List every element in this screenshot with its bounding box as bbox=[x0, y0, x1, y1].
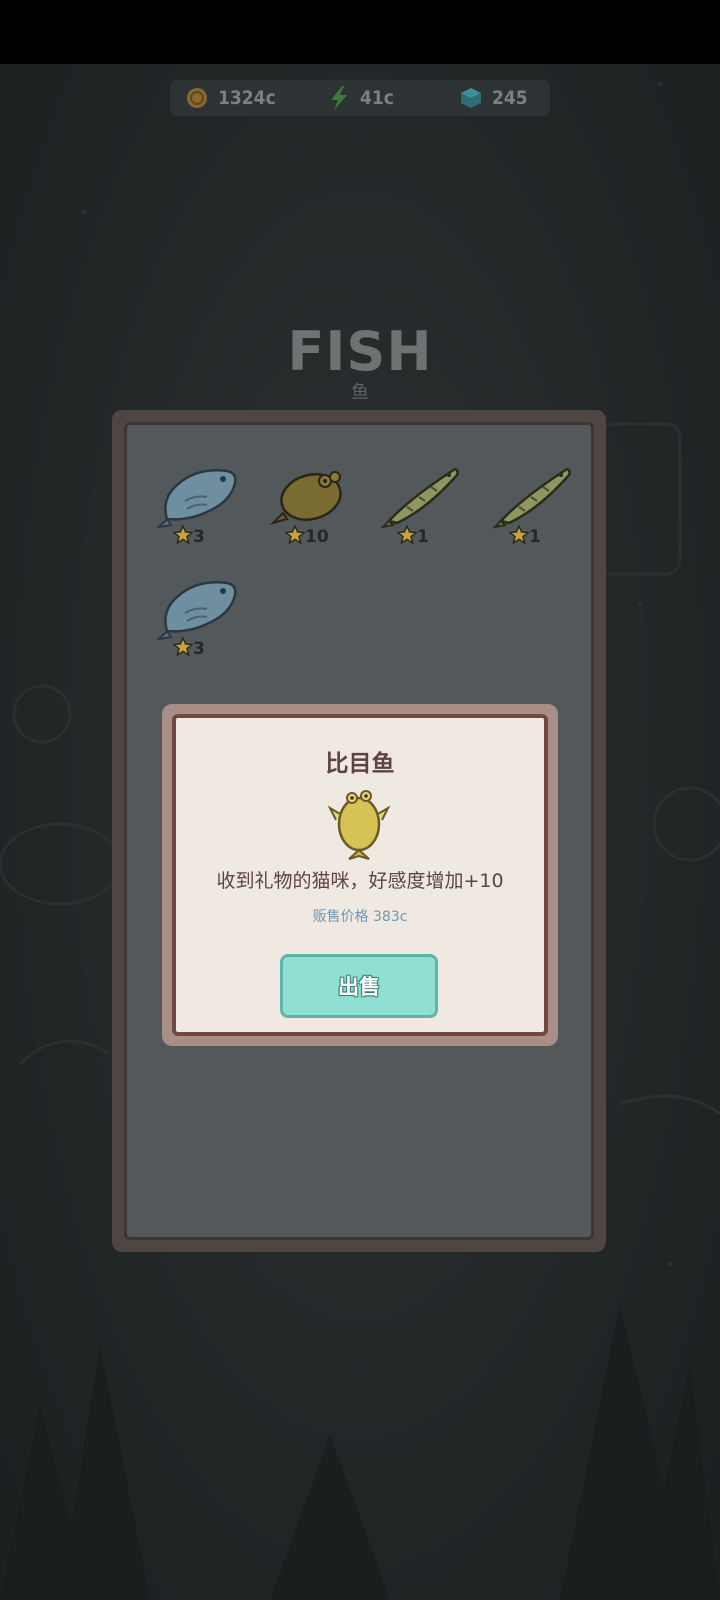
fish-description: 收到礼物的猫咪，好感度增加+10 bbox=[216, 870, 504, 892]
star-icon bbox=[173, 637, 193, 657]
gem-icon bbox=[461, 88, 481, 108]
inventory-slot[interactable]: 3 bbox=[155, 461, 255, 561]
inventory-slot[interactable]: 1 bbox=[379, 461, 479, 561]
fish-count: 1 bbox=[417, 527, 429, 547]
flounder-icon bbox=[327, 790, 391, 860]
pike-icon bbox=[379, 467, 459, 529]
page-subtitle: 鱼 bbox=[351, 382, 369, 403]
sell-price: 贩售价格 383c bbox=[312, 909, 408, 925]
popup-title: 比目鱼 bbox=[325, 751, 395, 777]
lightning-icon bbox=[331, 86, 347, 110]
gem-value: 245 bbox=[492, 87, 528, 109]
currency-bar: 1324c 41c 245 bbox=[170, 80, 550, 116]
coin-counter: 1324c bbox=[186, 80, 276, 116]
sell-button-label: 出售 bbox=[338, 975, 380, 999]
blue-fish-icon bbox=[156, 469, 237, 529]
inventory-slot[interactable]: 3 bbox=[155, 573, 255, 673]
sell-button[interactable]: 出售 bbox=[280, 954, 438, 1018]
star-icon bbox=[173, 525, 193, 545]
status-bar bbox=[0, 0, 720, 64]
pike-icon bbox=[491, 467, 571, 529]
flounder-icon bbox=[269, 471, 342, 526]
fish-count: 3 bbox=[193, 527, 205, 547]
gem-counter: 245 bbox=[460, 80, 528, 116]
inventory-slot[interactable]: 1 bbox=[491, 461, 591, 561]
blue-fish-icon bbox=[156, 581, 237, 641]
coin-value: 1324c bbox=[218, 87, 276, 109]
page-title: FISH bbox=[287, 320, 433, 383]
energy-value: 41c bbox=[360, 87, 394, 109]
star-icon bbox=[509, 525, 529, 545]
fish-count: 10 bbox=[305, 527, 329, 547]
star-icon bbox=[285, 525, 305, 545]
inventory-slot[interactable]: 10 bbox=[267, 461, 367, 561]
fish-count: 1 bbox=[529, 527, 541, 547]
fish-detail-popup: 比目鱼 收到礼物的猫咪，好感度增加+10 贩售价格 383c 出售 bbox=[162, 704, 558, 1046]
fish-count: 3 bbox=[193, 639, 205, 659]
popup-card: 比目鱼 收到礼物的猫咪，好感度增加+10 贩售价格 383c 出售 bbox=[172, 714, 548, 1036]
energy-counter: 41c bbox=[328, 80, 394, 116]
star-icon bbox=[397, 525, 417, 545]
coin-icon bbox=[187, 88, 207, 108]
